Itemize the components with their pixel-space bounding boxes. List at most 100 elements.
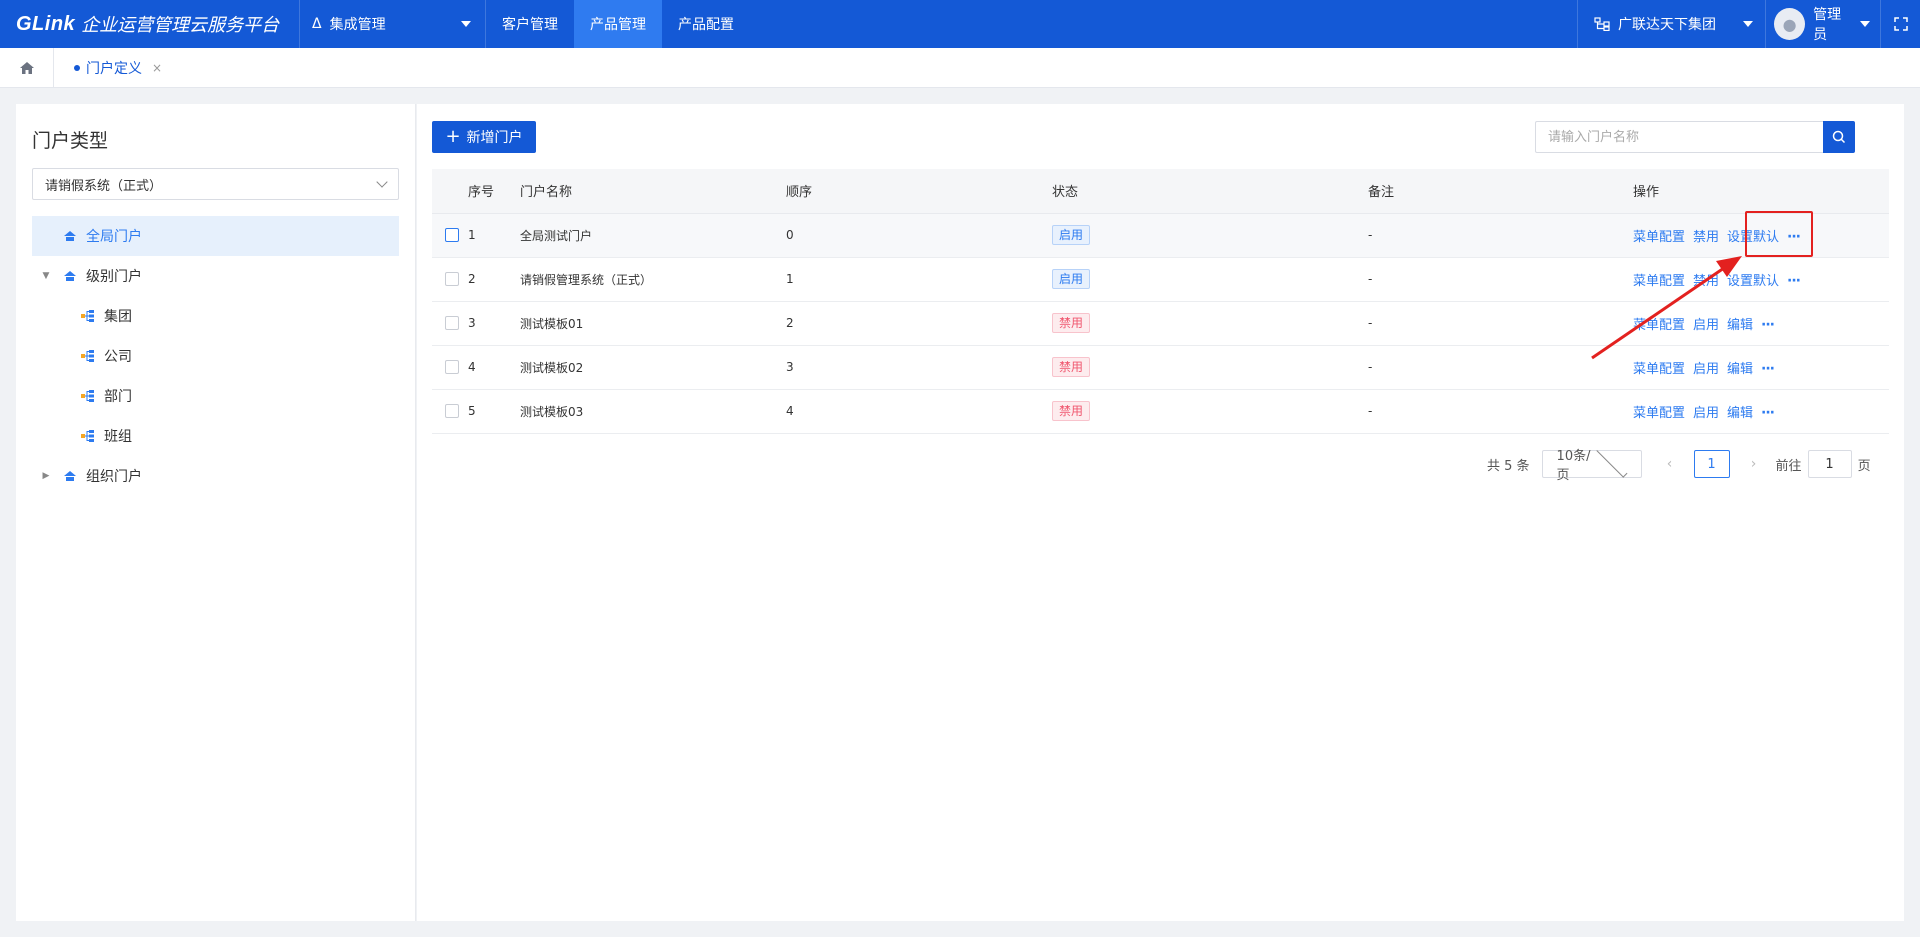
add-portal-label: 新增门户 — [466, 130, 523, 146]
menu-config-link[interactable]: 菜单配置 — [1633, 318, 1685, 333]
more-icon[interactable]: ··· — [1761, 405, 1775, 421]
cell-order: 1 — [786, 257, 1052, 302]
nav-product-management[interactable]: 产品管理 — [574, 0, 662, 48]
cell-remark: - — [1368, 213, 1633, 258]
menu-config-link[interactable]: 菜单配置 — [1633, 230, 1685, 245]
row-checkbox[interactable] — [445, 404, 459, 419]
user-menu[interactable]: ● 管理员 — [1765, 0, 1880, 48]
cell-remark: - — [1368, 301, 1633, 346]
avatar: ● — [1774, 8, 1806, 40]
menu-config-link[interactable]: 菜单配置 — [1633, 274, 1685, 289]
tree-node-team[interactable]: 班组 — [32, 416, 399, 456]
tree-node-label: 公司 — [104, 349, 132, 365]
portal-icon — [62, 229, 78, 243]
tree-node-department[interactable]: 部门 — [32, 376, 399, 416]
tree-node-org-portal[interactable]: ▶ 组织门户 — [32, 456, 399, 496]
page-suffix: 页 — [1857, 458, 1871, 474]
set-default-link[interactable]: 设置默认 — [1727, 230, 1779, 245]
tree-node-level-portal[interactable]: ▼ 级别门户 — [32, 256, 399, 296]
module-label: 集成管理 — [329, 17, 386, 33]
row-checkbox[interactable] — [445, 360, 459, 375]
cell-remark: - — [1368, 345, 1633, 390]
table-row: 1 全局测试门户 0 启用 - 菜单配置 禁用 设置默认 ··· — [432, 213, 1889, 258]
set-default-link[interactable]: 设置默认 — [1727, 274, 1779, 289]
topbar-right: 广联达天下集团 ● 管理员 — [1577, 0, 1920, 48]
column-header-remark: 备注 — [1368, 169, 1633, 214]
cell-order: 0 — [786, 213, 1052, 258]
prev-page-icon[interactable]: ‹ — [1656, 456, 1684, 472]
select-column-header — [432, 169, 468, 214]
tree-node-label: 级别门户 — [86, 269, 142, 285]
tree-node-label: 全局门户 — [86, 229, 142, 245]
caret-down-icon — [1860, 21, 1870, 27]
cell-no: 1 — [468, 213, 520, 258]
column-header-actions: 操作 — [1633, 169, 1889, 214]
chevron-down-icon — [376, 176, 388, 188]
next-page-icon[interactable]: › — [1740, 456, 1768, 472]
total-count: 共 5 条 — [1487, 458, 1530, 474]
edit-link[interactable]: 编辑 — [1727, 362, 1753, 377]
add-portal-button[interactable]: + 新增门户 — [432, 121, 536, 153]
tab-portal-definition[interactable]: 门户定义 × — [74, 58, 162, 78]
close-icon[interactable]: × — [152, 61, 162, 75]
menu-config-link[interactable]: 菜单配置 — [1633, 362, 1685, 377]
expand-arrow-icon[interactable]: ▼ — [38, 271, 54, 281]
table-row: 2 请销假管理系统（正式） 1 启用 - 菜单配置 禁用 设置默认 ··· — [432, 257, 1889, 302]
caret-down-icon — [461, 21, 471, 27]
module-icon: Δ — [312, 16, 322, 32]
tree-node-group[interactable]: 集团 — [32, 296, 399, 336]
more-icon[interactable]: ··· — [1787, 273, 1801, 289]
cell-no: 2 — [468, 257, 520, 302]
plus-icon: + — [445, 126, 461, 147]
portal-tree: 全局门户 ▼ 级别门户 集团 公司 部门 班组 ▶ 组织门户 — [32, 216, 399, 496]
org-switcher[interactable]: 广联达天下集团 — [1577, 0, 1765, 48]
more-icon[interactable]: ··· — [1787, 229, 1801, 245]
row-checkbox[interactable] — [445, 228, 459, 243]
more-icon[interactable]: ··· — [1761, 361, 1775, 377]
tree-node-label: 集团 — [104, 309, 132, 325]
brand-mark: GLink — [16, 12, 76, 35]
portal-table: 序号 门户名称 顺序 状态 备注 操作 1 全局测试门户 0 启用 - 菜单配置… — [432, 169, 1889, 434]
more-icon[interactable]: ··· — [1761, 317, 1775, 333]
fullscreen-icon[interactable] — [1880, 0, 1920, 48]
hierarchy-icon — [80, 349, 96, 363]
nav-product-config[interactable]: 产品配置 — [662, 0, 750, 48]
search-input[interactable] — [1535, 121, 1823, 153]
portal-icon — [62, 469, 78, 483]
tab-label: 门户定义 — [86, 60, 142, 77]
nav-customer-management[interactable]: 客户管理 — [486, 0, 574, 48]
edit-link[interactable]: 编辑 — [1727, 318, 1753, 333]
table-row: 4 测试模板02 3 禁用 - 菜单配置 启用 编辑 ··· — [432, 345, 1889, 390]
select-value: 请销假系统（正式） — [45, 178, 163, 194]
row-checkbox[interactable] — [445, 316, 459, 331]
main-nav: 客户管理 产品管理 产品配置 — [486, 0, 750, 48]
disable-link[interactable]: 禁用 — [1693, 230, 1719, 245]
expand-arrow-icon[interactable]: ▶ — [38, 471, 54, 481]
status-badge: 禁用 — [1052, 357, 1091, 377]
cell-order: 4 — [786, 389, 1052, 434]
home-icon[interactable] — [0, 48, 54, 87]
disable-link[interactable]: 禁用 — [1693, 274, 1719, 289]
tree-node-company[interactable]: 公司 — [32, 336, 399, 376]
goto-page: 前往 页 — [1776, 450, 1871, 478]
tree-node-label: 班组 — [104, 429, 132, 445]
search-icon[interactable] — [1823, 121, 1855, 153]
goto-label: 前往 — [1775, 458, 1802, 474]
column-header-name: 门户名称 — [520, 169, 786, 214]
column-header-order: 顺序 — [786, 169, 1052, 214]
system-select[interactable]: 请销假系统（正式） — [32, 168, 399, 200]
goto-page-input[interactable] — [1807, 450, 1852, 478]
tree-node-global-portal[interactable]: 全局门户 — [32, 216, 399, 256]
page-number[interactable]: 1 — [1693, 450, 1730, 478]
menu-config-link[interactable]: 菜单配置 — [1633, 406, 1685, 421]
tree-node-label: 组织门户 — [86, 469, 142, 485]
enable-link[interactable]: 启用 — [1693, 318, 1719, 333]
row-checkbox[interactable] — [445, 272, 459, 287]
enable-link[interactable]: 启用 — [1693, 406, 1719, 421]
edit-link[interactable]: 编辑 — [1727, 406, 1753, 421]
page-size-select[interactable]: 10条/页 — [1541, 446, 1642, 483]
module-switcher[interactable]: Δ 集成管理 — [300, 0, 486, 48]
enable-link[interactable]: 启用 — [1693, 362, 1719, 377]
app-logo[interactable]: GLink 企业运营管理云服务平台 — [0, 0, 300, 48]
table-row: 5 测试模板03 4 禁用 - 菜单配置 启用 编辑 ··· — [432, 389, 1889, 434]
